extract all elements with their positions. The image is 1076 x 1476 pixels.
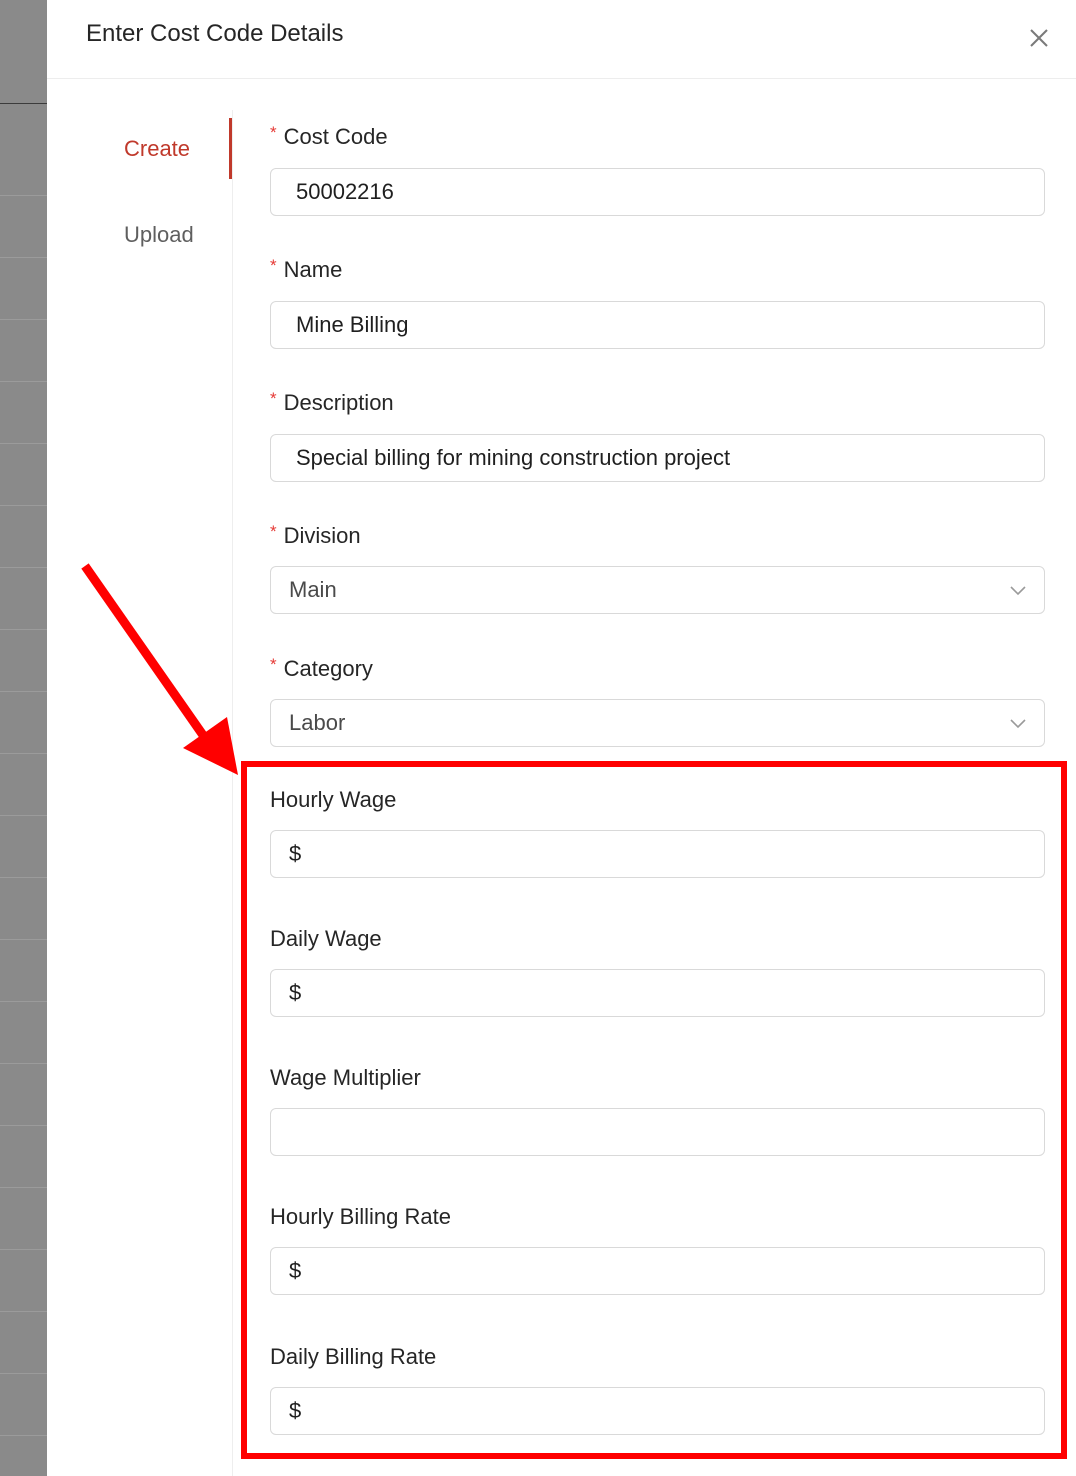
name-label: * Name: [270, 256, 343, 283]
drawer-title: Enter Cost Code Details: [86, 20, 344, 47]
category-select[interactable]: Labor: [270, 699, 1045, 747]
close-icon: [1030, 29, 1048, 47]
close-button[interactable]: [1025, 22, 1055, 52]
backdrop-row-line: [0, 877, 47, 878]
annotation-highlight-box: [241, 761, 1067, 1459]
required-marker: *: [270, 655, 277, 674]
description-input[interactable]: Special billing for mining construction …: [270, 434, 1045, 482]
cost-code-label: * Cost Code: [270, 123, 388, 150]
category-value: Labor: [289, 710, 346, 735]
backdrop-row-line: [0, 753, 47, 754]
backdrop-row-line: [0, 939, 47, 940]
backdrop-row-line: [0, 1249, 47, 1250]
chevron-down-icon: [1010, 719, 1026, 729]
name-input[interactable]: Mine Billing: [270, 301, 1045, 349]
chevron-down-icon: [1010, 586, 1026, 596]
cost-code-input[interactable]: 50002216: [270, 168, 1045, 216]
division-label-text: Division: [283, 523, 361, 548]
name-label-text: Name: [283, 257, 343, 282]
backdrop-row-line: [0, 381, 47, 382]
division-label: * Division: [270, 522, 361, 549]
backdrop-row-line: [0, 691, 47, 692]
drawer-header: Enter Cost Code Details: [47, 0, 1076, 79]
backdrop-row-line: [0, 1373, 47, 1374]
backdrop-row-line: [0, 567, 47, 568]
backdrop-row-line: [0, 319, 47, 320]
division-value: Main: [289, 577, 337, 602]
backdrop-row-line: [0, 1063, 47, 1064]
backdrop-row-line: [0, 815, 47, 816]
backdrop-row-line: [0, 257, 47, 258]
backdrop-row-line: [0, 1125, 47, 1126]
category-label-text: Category: [283, 656, 373, 681]
backdrop-row-line: [0, 1435, 47, 1436]
required-marker: *: [270, 389, 277, 408]
required-marker: *: [270, 256, 277, 275]
backdrop-divider: [0, 103, 47, 104]
category-label: * Category: [270, 655, 373, 682]
backdrop-row-line: [0, 505, 47, 506]
required-marker: *: [270, 522, 277, 541]
active-tab-indicator: [229, 118, 232, 179]
division-select[interactable]: Main: [270, 566, 1045, 614]
backdrop-row-line: [0, 443, 47, 444]
cost-code-label-text: Cost Code: [283, 124, 388, 149]
required-marker: *: [270, 123, 277, 142]
name-value: Mine Billing: [296, 312, 409, 337]
page-backdrop: [0, 0, 47, 1476]
backdrop-row-line: [0, 195, 47, 196]
backdrop-row-line: [0, 1311, 47, 1312]
side-tabs: Create Upload: [47, 110, 233, 1476]
backdrop-row-line: [0, 1001, 47, 1002]
tab-create[interactable]: Create: [124, 136, 190, 162]
backdrop-row-line: [0, 1187, 47, 1188]
backdrop-row-line: [0, 629, 47, 630]
description-label-text: Description: [283, 390, 394, 415]
cost-code-value: 50002216: [296, 179, 394, 204]
tab-upload[interactable]: Upload: [124, 222, 194, 248]
description-value: Special billing for mining construction …: [296, 445, 731, 470]
description-label: * Description: [270, 389, 394, 416]
